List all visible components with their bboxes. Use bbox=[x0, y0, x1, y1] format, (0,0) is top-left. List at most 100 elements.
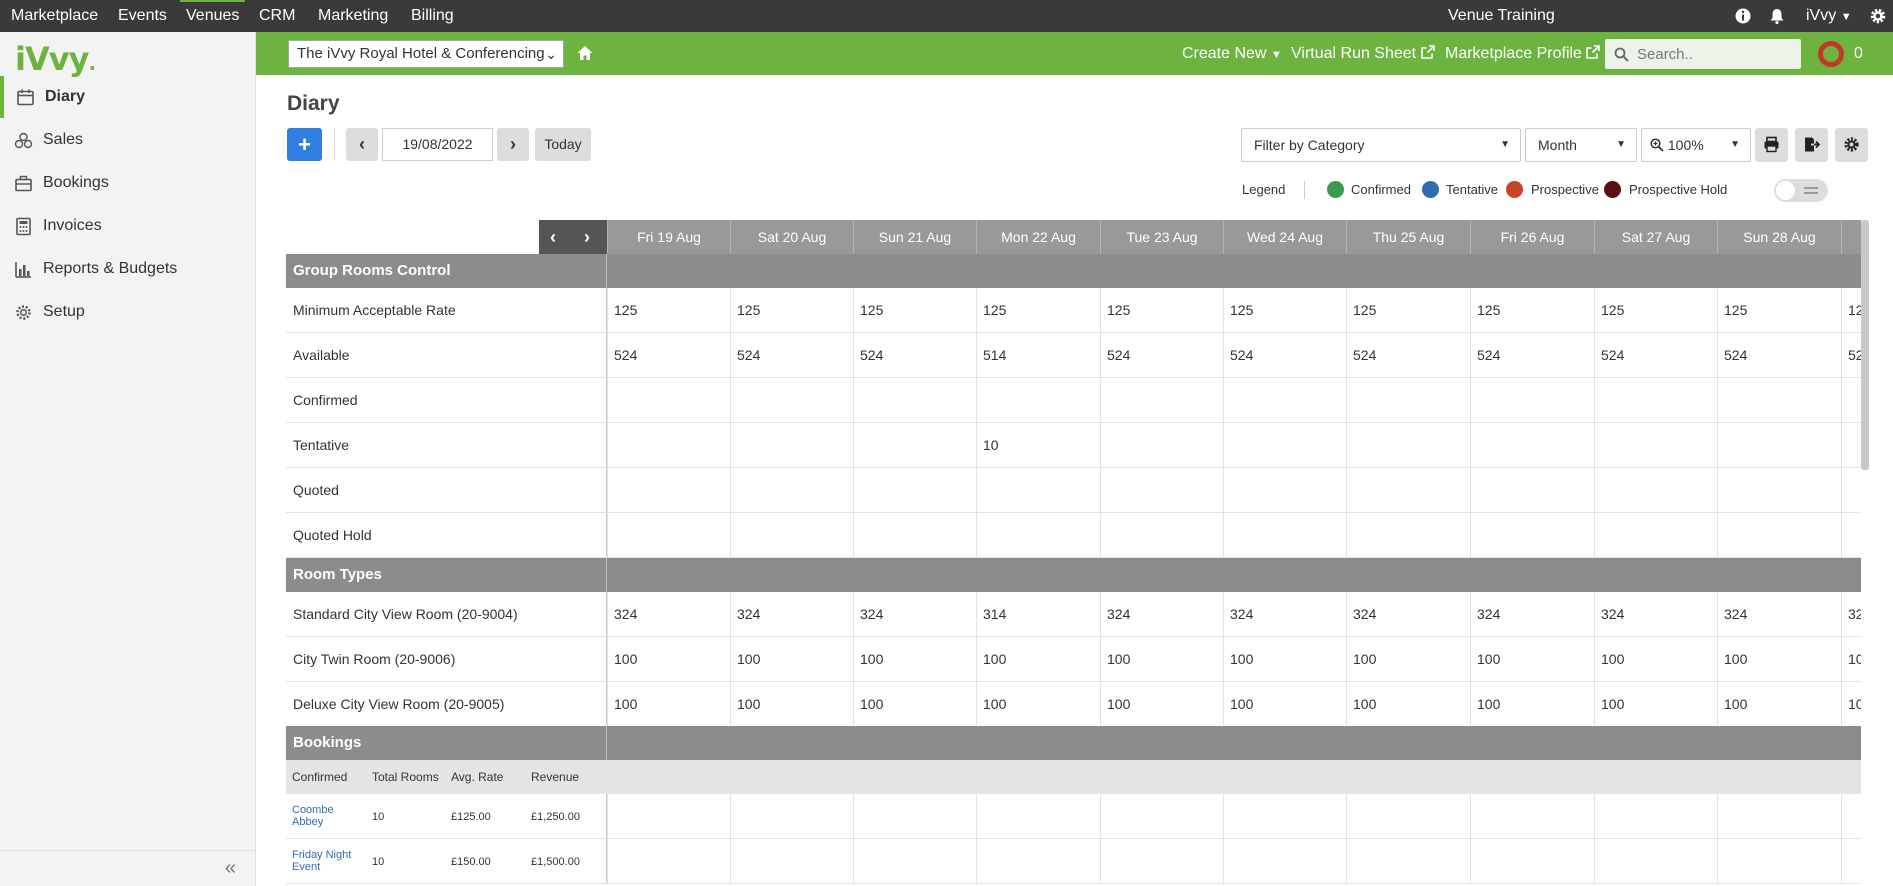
grid-cell[interactable] bbox=[976, 513, 1100, 558]
grid-cell[interactable] bbox=[730, 378, 853, 423]
grid-cell[interactable]: 324 bbox=[853, 592, 976, 637]
grid-cell[interactable] bbox=[607, 468, 730, 513]
grid-cell[interactable]: 524 bbox=[1594, 333, 1717, 378]
day-header[interactable]: Wed 24 Aug bbox=[1223, 220, 1346, 254]
grid-cell[interactable]: 324 bbox=[1100, 592, 1223, 637]
grid-cell[interactable]: 125 bbox=[853, 288, 976, 333]
booking-grid-cell[interactable] bbox=[1470, 839, 1594, 884]
add-button[interactable]: + bbox=[287, 128, 322, 161]
grid-cell[interactable]: 52 bbox=[1841, 333, 1861, 378]
ivvy-logo[interactable]: iVvy. bbox=[15, 40, 96, 78]
grid-cell[interactable] bbox=[1100, 378, 1223, 423]
grid-cell[interactable]: 524 bbox=[1717, 333, 1841, 378]
export-button[interactable] bbox=[1795, 128, 1828, 162]
view-toggle[interactable] bbox=[1774, 179, 1828, 202]
grid-cell[interactable] bbox=[1841, 378, 1861, 423]
view-select[interactable]: Month ▼ bbox=[1525, 128, 1637, 162]
grid-cell[interactable]: 324 bbox=[1717, 592, 1841, 637]
grid-cell[interactable]: 100 bbox=[1470, 637, 1594, 682]
date-input[interactable]: 19/08/2022 bbox=[382, 128, 493, 161]
grid-cell[interactable]: 12 bbox=[1841, 288, 1861, 333]
grid-cell[interactable]: 100 bbox=[853, 682, 976, 727]
venue-select[interactable]: The iVvy Royal Hotel & Conferencing ⌄ bbox=[288, 40, 564, 68]
grid-cell[interactable] bbox=[1470, 423, 1594, 468]
grid-cell[interactable] bbox=[1717, 378, 1841, 423]
grid-cell[interactable]: 100 bbox=[607, 682, 730, 727]
day-header[interactable]: Mon 22 Aug bbox=[976, 220, 1100, 254]
grid-cell[interactable]: 100 bbox=[1470, 682, 1594, 727]
grid-cell[interactable]: 100 bbox=[1594, 682, 1717, 727]
booking-grid-cell[interactable] bbox=[853, 839, 976, 884]
grid-cell[interactable] bbox=[1717, 423, 1841, 468]
grid-cell[interactable] bbox=[730, 468, 853, 513]
grid-cell[interactable] bbox=[1470, 378, 1594, 423]
zoom-select[interactable]: 100% ▼ bbox=[1641, 128, 1751, 162]
previous-date-button[interactable]: ‹ bbox=[346, 128, 378, 161]
today-button[interactable]: Today bbox=[535, 128, 591, 161]
grid-cell[interactable] bbox=[1717, 513, 1841, 558]
category-filter-select[interactable]: Filter by Category ▼ bbox=[1241, 128, 1521, 162]
nav-billing[interactable]: Billing bbox=[411, 0, 454, 32]
grid-cell[interactable]: 514 bbox=[976, 333, 1100, 378]
virtual-run-sheet-link[interactable]: Virtual Run Sheet bbox=[1291, 32, 1435, 75]
booking-grid-cell[interactable] bbox=[1841, 794, 1861, 839]
grid-cell[interactable]: 524 bbox=[730, 333, 853, 378]
grid-cell[interactable] bbox=[1346, 513, 1470, 558]
grid-cell[interactable] bbox=[607, 513, 730, 558]
grid-cell[interactable]: 524 bbox=[853, 333, 976, 378]
grid-cell[interactable]: 100 bbox=[1717, 637, 1841, 682]
bell-icon[interactable] bbox=[1768, 7, 1786, 25]
nav-crm[interactable]: CRM bbox=[259, 0, 295, 32]
nav-marketplace[interactable]: Marketplace bbox=[11, 0, 98, 32]
day-header[interactable]: Sun 21 Aug bbox=[853, 220, 976, 254]
grid-cell[interactable] bbox=[1594, 378, 1717, 423]
grid-cell[interactable]: 324 bbox=[1470, 592, 1594, 637]
grid-cell[interactable]: 125 bbox=[1717, 288, 1841, 333]
notification-ring-icon[interactable] bbox=[1818, 41, 1844, 67]
grid-cell[interactable] bbox=[853, 468, 976, 513]
grid-cell[interactable] bbox=[1223, 468, 1346, 513]
home-icon[interactable] bbox=[576, 44, 594, 62]
grid-cell[interactable] bbox=[1841, 468, 1861, 513]
day-header[interactable]: Fri 26 Aug bbox=[1470, 220, 1594, 254]
grid-cell[interactable] bbox=[1223, 513, 1346, 558]
grid-prev-icon[interactable]: ‹ bbox=[550, 220, 556, 254]
booking-grid-cell[interactable] bbox=[730, 839, 853, 884]
day-header[interactable]: Sat 20 Aug bbox=[730, 220, 853, 254]
grid-cell[interactable] bbox=[1717, 468, 1841, 513]
settings-button[interactable] bbox=[1835, 128, 1868, 162]
grid-cell[interactable]: 100 bbox=[607, 637, 730, 682]
grid-cell[interactable] bbox=[1346, 378, 1470, 423]
booking-grid-cell[interactable] bbox=[1223, 839, 1346, 884]
grid-cell[interactable]: 100 bbox=[976, 637, 1100, 682]
grid-cell[interactable]: 524 bbox=[1470, 333, 1594, 378]
booking-grid-cell[interactable] bbox=[1841, 839, 1861, 884]
sidebar-item-reports-budgets[interactable]: Reports & Budgets bbox=[0, 248, 256, 290]
grid-cell[interactable] bbox=[976, 378, 1100, 423]
grid-cell[interactable]: 125 bbox=[1100, 288, 1223, 333]
booking-grid-cell[interactable] bbox=[1346, 794, 1470, 839]
grid-cell[interactable]: 324 bbox=[1346, 592, 1470, 637]
booking-grid-cell[interactable] bbox=[976, 839, 1100, 884]
sidebar-item-setup[interactable]: Setup bbox=[0, 291, 256, 333]
grid-cell[interactable]: 100 bbox=[1100, 682, 1223, 727]
grid-cell[interactable] bbox=[853, 423, 976, 468]
next-date-button[interactable]: › bbox=[497, 128, 529, 161]
print-button[interactable] bbox=[1755, 128, 1788, 162]
booking-grid-cell[interactable] bbox=[853, 794, 976, 839]
booking-grid-cell[interactable] bbox=[1717, 839, 1841, 884]
grid-cell[interactable]: 125 bbox=[730, 288, 853, 333]
grid-cell[interactable]: 125 bbox=[1223, 288, 1346, 333]
grid-cell[interactable]: 324 bbox=[730, 592, 853, 637]
booking-grid-cell[interactable] bbox=[1470, 794, 1594, 839]
nav-venues[interactable]: Venues bbox=[179, 0, 246, 32]
grid-cell[interactable]: 324 bbox=[1594, 592, 1717, 637]
grid-cell[interactable] bbox=[1470, 468, 1594, 513]
grid-cell[interactable]: 125 bbox=[607, 288, 730, 333]
grid-cell[interactable]: 32 bbox=[1841, 592, 1861, 637]
user-menu[interactable]: iVvy ▼ bbox=[1806, 0, 1852, 33]
grid-cell[interactable] bbox=[1100, 513, 1223, 558]
day-header[interactable]: Tue 23 Aug bbox=[1100, 220, 1223, 254]
booking-grid-cell[interactable] bbox=[607, 794, 730, 839]
grid-cell[interactable] bbox=[1594, 423, 1717, 468]
